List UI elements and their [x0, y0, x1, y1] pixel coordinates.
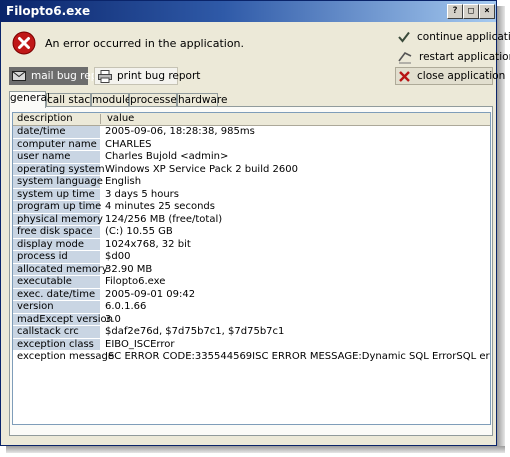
row-value: English: [105, 176, 142, 187]
restart-application-label: restart application: [419, 51, 510, 63]
tab-processes[interactable]: processes: [129, 93, 182, 107]
row-description: process id: [13, 251, 100, 264]
table-row[interactable]: free disk space (C:) 10.55 GB: [13, 226, 490, 239]
table-row[interactable]: executable Filopto6.exe: [13, 276, 490, 289]
table-row[interactable]: exception message ISC ERROR CODE:33554456…: [13, 351, 490, 364]
row-value: 2005-09-01 09:42: [105, 288, 196, 300]
row-value: Charles Bujold <admin>: [105, 151, 229, 162]
row-description: version: [13, 301, 100, 314]
row-value: CHARLES: [105, 138, 152, 150]
continue-application-label: continue application: [417, 31, 510, 43]
table-row[interactable]: program up time 4 minutes 25 seconds: [13, 201, 490, 214]
column-divider: [100, 114, 101, 124]
row-value: 124/256 MB (free/total): [105, 213, 223, 225]
row-value: Filopto6.exe: [105, 276, 166, 287]
row-description: operating system: [13, 163, 105, 176]
row-value: 2005-09-06, 18:28:38, 985ms: [105, 126, 255, 137]
row-value: $daf2e76d, $7d75b7c1, $7d75b7c1: [105, 326, 285, 337]
maximize-button[interactable]: □: [463, 4, 479, 19]
table-row[interactable]: exec. date/time 2005-09-01 09:42: [13, 288, 490, 301]
table-row[interactable]: user name Charles Bujold <admin>: [13, 151, 490, 164]
tab-call-stacks[interactable]: call stacks: [46, 93, 102, 107]
row-value: $d00: [105, 251, 131, 262]
row-description: system language: [13, 176, 103, 189]
table-row[interactable]: exception class EIBO_ISCError: [13, 338, 490, 351]
table-row[interactable]: operating system Windows XP Service Pack …: [13, 163, 490, 176]
row-description: user name: [13, 151, 100, 164]
checkmark-icon: [397, 28, 411, 46]
row-description: allocated memory: [13, 263, 108, 276]
restart-application-button[interactable]: restart application: [395, 48, 510, 66]
row-value: ISC ERROR CODE:335544569ISC ERROR MESSAG…: [105, 351, 490, 362]
close-application-button[interactable]: close application: [395, 67, 505, 85]
row-value: Windows XP Service Pack 2 build 2600: [105, 163, 298, 175]
row-value: 3.0: [105, 313, 121, 325]
row-description: program up time: [13, 201, 101, 214]
error-icon: [12, 31, 36, 55]
row-description: date/time: [13, 126, 100, 139]
error-message: An error occurred in the application.: [45, 37, 245, 50]
grid-header: description value: [13, 113, 490, 126]
row-description: exception class: [13, 338, 100, 351]
tab-general[interactable]: general: [9, 91, 50, 108]
error-dialog-window: Filopto6.exe ? □ × An error occurred in …: [0, 0, 510, 446]
continue-application-button[interactable]: continue application: [395, 28, 510, 46]
row-description: executable: [13, 276, 100, 289]
table-row[interactable]: version 6.0.1.66: [13, 301, 490, 314]
column-header-description[interactable]: description: [17, 113, 73, 125]
title-bar[interactable]: Filopto6.exe ? □ ×: [1, 1, 496, 22]
row-value: 6.0.1.66: [105, 301, 147, 312]
table-row[interactable]: computer name CHARLES: [13, 138, 490, 151]
row-description: display mode: [13, 238, 100, 251]
row-description: callstack crc: [13, 326, 100, 339]
row-value: EIBO_ISCError: [105, 338, 175, 350]
row-description: system up time: [13, 188, 100, 201]
row-description: free disk space: [13, 226, 100, 239]
row-description: exception message: [13, 351, 114, 364]
mail-bug-report-button[interactable]: mail bug report: [9, 67, 112, 85]
printer-icon: [98, 69, 112, 83]
restart-icon: [397, 48, 413, 66]
help-button[interactable]: ?: [447, 4, 463, 19]
row-description: computer name: [13, 138, 100, 151]
row-description: exec. date/time: [13, 288, 100, 301]
row-description: physical memory: [13, 213, 103, 226]
table-row[interactable]: madExcept version 3.0: [13, 313, 490, 326]
table-row[interactable]: allocated memory 32.90 MB: [13, 263, 490, 276]
row-value: 32.90 MB: [105, 263, 153, 275]
row-value: (C:) 10.55 GB: [105, 226, 173, 237]
window-title: Filopto6.exe: [6, 4, 91, 18]
tab-modules[interactable]: modules: [91, 93, 137, 107]
mail-icon: [12, 69, 26, 83]
table-row[interactable]: date/time 2005-09-06, 18:28:38, 985ms: [13, 126, 490, 139]
row-description: madExcept version: [13, 313, 113, 326]
info-grid[interactable]: description value date/time 2005-09-06, 1…: [12, 112, 491, 425]
table-row[interactable]: callstack crc $daf2e76d, $7d75b7c1, $7d75…: [13, 326, 490, 339]
print-bug-report-button[interactable]: print bug report: [94, 67, 200, 85]
window-shadow-bottom: [6, 446, 505, 453]
close-application-label: close application: [417, 70, 506, 82]
print-bug-report-label: print bug report: [117, 70, 201, 82]
column-header-value[interactable]: value: [107, 113, 134, 125]
table-row[interactable]: display mode 1024x768, 32 bit: [13, 238, 490, 251]
close-x-icon: [398, 67, 411, 85]
row-value: 1024x768, 32 bit: [105, 238, 191, 250]
table-row[interactable]: system language English: [13, 176, 490, 189]
table-row[interactable]: process id $d00: [13, 251, 490, 264]
row-value: 4 minutes 25 seconds: [105, 201, 215, 212]
table-row[interactable]: system up time 3 days 5 hours: [13, 188, 490, 201]
tab-hardware[interactable]: hardware: [177, 93, 227, 107]
table-row[interactable]: physical memory 124/256 MB (free/total): [13, 213, 490, 226]
close-window-button[interactable]: ×: [479, 4, 495, 19]
row-value: 3 days 5 hours: [105, 188, 179, 200]
